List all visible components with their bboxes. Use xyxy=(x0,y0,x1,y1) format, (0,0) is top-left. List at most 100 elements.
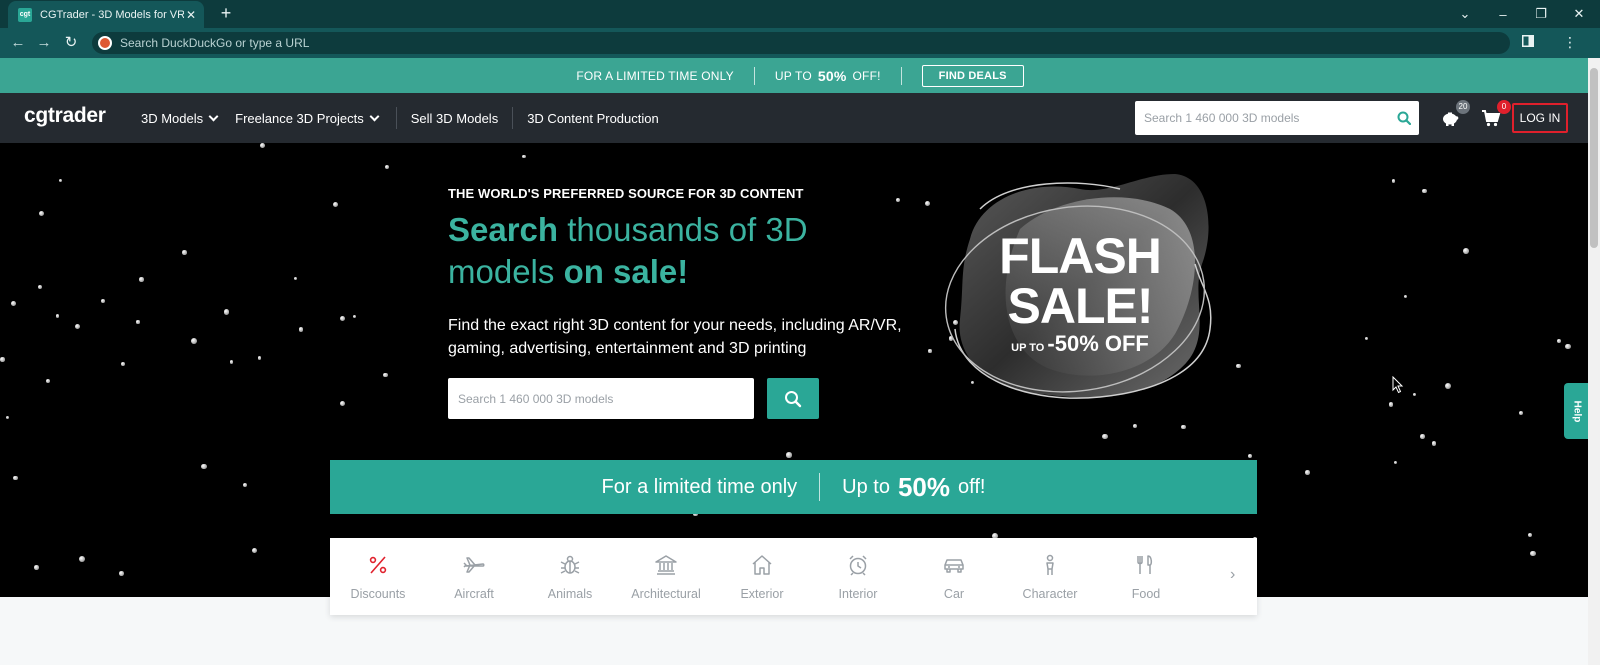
category-label: Exterior xyxy=(740,587,784,601)
close-window-icon[interactable]: ✕ xyxy=(1560,0,1598,28)
banner-percent: 50% xyxy=(897,471,951,502)
star-dot xyxy=(260,143,265,149)
nav-3d-content-production[interactable]: 3D Content Production xyxy=(527,111,673,126)
category-exterior[interactable]: Exterior xyxy=(714,538,810,615)
cgtrader-logo[interactable]: cgtrader xyxy=(24,104,106,128)
savings-count-badge: 20 xyxy=(1456,100,1470,114)
nav-label: 3D Models xyxy=(141,110,204,126)
star-dot xyxy=(45,379,50,384)
search-icon[interactable] xyxy=(1389,111,1419,125)
nav-freelance-projects[interactable]: Freelance 3D Projects xyxy=(235,111,396,126)
address-placeholder: Search DuckDuckGo or type a URL xyxy=(120,36,310,50)
hero-search-button[interactable] xyxy=(767,378,819,419)
category-interior[interactable]: Interior xyxy=(810,538,906,615)
category-aircraft[interactable]: Aircraft xyxy=(426,538,522,615)
category-label: Discounts xyxy=(350,587,406,601)
car-icon xyxy=(944,559,964,573)
star-dot xyxy=(1102,433,1108,440)
star-dot xyxy=(294,276,298,280)
promo-bar: FOR A LIMITED TIME ONLY UP TO 50% OFF! F… xyxy=(0,58,1600,93)
star-dot xyxy=(1392,179,1396,183)
header-search-input[interactable] xyxy=(1135,103,1389,133)
nav-sell-3d-models[interactable]: Sell 3D Models xyxy=(411,111,512,126)
clock-icon xyxy=(849,555,867,576)
nav-label: Sell 3D Models xyxy=(410,110,499,126)
star-dot xyxy=(1180,424,1186,430)
star-dot xyxy=(34,565,39,570)
back-icon[interactable]: ← xyxy=(8,34,28,52)
nav-3d-models[interactable]: 3D Models xyxy=(141,111,235,126)
scrollbar-thumb[interactable] xyxy=(1590,68,1598,248)
star-dot xyxy=(1565,343,1571,350)
star-dot xyxy=(1463,248,1470,254)
hero-headline: Search thousands of 3D models on sale! xyxy=(448,209,868,293)
promo-off: OFF! xyxy=(852,68,881,83)
menu-kebab-icon[interactable]: ⋮ xyxy=(1560,34,1580,51)
star-dot xyxy=(352,314,356,318)
hero-subtext: Find the exact right 3D content for your… xyxy=(448,317,902,357)
category-label: Car xyxy=(943,587,965,601)
airplane-icon xyxy=(463,557,485,573)
category-architectural[interactable]: Architectural xyxy=(618,538,714,615)
restore-icon[interactable]: ❐ xyxy=(1522,0,1560,28)
close-tab-icon[interactable]: ✕ xyxy=(184,8,198,22)
category-label: Interior xyxy=(838,587,878,601)
nav-divider xyxy=(512,107,514,129)
star-dot xyxy=(0,357,5,362)
cart-count-badge: 0 xyxy=(1497,100,1511,114)
limited-time-banner[interactable]: For a limited time only Up to 50% off! xyxy=(330,460,1257,514)
star-dot xyxy=(136,320,140,324)
promo-upto: UP TO xyxy=(774,68,812,83)
star-dot xyxy=(1248,454,1253,459)
category-character[interactable]: Character xyxy=(1002,538,1098,615)
star-dot xyxy=(230,360,234,364)
hero-section: THE WORLD'S PREFERRED SOURCE FOR 3D CONT… xyxy=(0,143,1600,597)
category-food[interactable]: Food xyxy=(1098,538,1194,615)
promo-divider xyxy=(900,66,902,85)
nav-label: 3D Content Production xyxy=(527,110,659,126)
house-icon xyxy=(752,555,772,575)
star-dot xyxy=(1557,339,1561,343)
star-dot xyxy=(298,327,304,333)
help-tab[interactable]: Help xyxy=(1564,383,1590,439)
promo-text-limited: FOR A LIMITED TIME ONLY xyxy=(576,68,734,83)
star-dot xyxy=(1527,532,1533,538)
category-animals[interactable]: Animals xyxy=(522,538,618,615)
star-dot xyxy=(340,401,346,406)
star-dot xyxy=(101,299,105,304)
page-scrollbar[interactable] xyxy=(1588,58,1600,665)
sidebar-icon[interactable] xyxy=(1518,34,1538,50)
promo-percent: 50% xyxy=(817,67,847,84)
star-dot xyxy=(75,324,81,330)
find-deals-button[interactable]: FIND DEALS xyxy=(921,64,1024,87)
category-car[interactable]: Car xyxy=(906,538,1002,615)
cart-icon[interactable]: 0 xyxy=(1481,100,1511,130)
minimize-icon[interactable]: – xyxy=(1484,0,1522,28)
category-label: Character xyxy=(1022,587,1078,601)
address-bar[interactable]: Search DuckDuckGo or type a URL xyxy=(92,32,1510,54)
tab-search-chevron-icon[interactable]: ⌄ xyxy=(1446,0,1484,28)
login-button[interactable]: LOG IN xyxy=(1512,103,1568,133)
star-dot xyxy=(79,556,86,563)
forward-icon[interactable]: → xyxy=(34,34,54,52)
star-dot xyxy=(1420,434,1425,439)
person-icon xyxy=(1046,554,1054,575)
star-dot xyxy=(13,475,18,481)
banner-divider xyxy=(819,473,821,501)
star-dot xyxy=(139,277,144,282)
browser-tab[interactable]: cgt CGTrader - 3D Models for VR / AR ✕ xyxy=(8,1,204,28)
new-tab-icon[interactable]: + xyxy=(216,4,236,24)
star-dot xyxy=(385,165,390,170)
help-label: Help xyxy=(1571,400,1583,422)
savings-piggy-icon[interactable]: 20 xyxy=(1440,100,1470,130)
headline-bold-search: Search xyxy=(448,211,559,248)
flash-line-2: SALE! xyxy=(1007,278,1154,334)
star-dot xyxy=(59,178,63,183)
category-discounts[interactable]: Discounts xyxy=(330,538,426,615)
reload-icon[interactable]: ↻ xyxy=(61,34,81,52)
building-icon xyxy=(655,555,677,575)
hero-search-input[interactable] xyxy=(448,378,754,419)
chevron-right-icon[interactable]: › xyxy=(1230,566,1235,584)
category-label: Architectural xyxy=(631,587,701,601)
nav-label: Freelance 3D Projects xyxy=(235,110,364,126)
